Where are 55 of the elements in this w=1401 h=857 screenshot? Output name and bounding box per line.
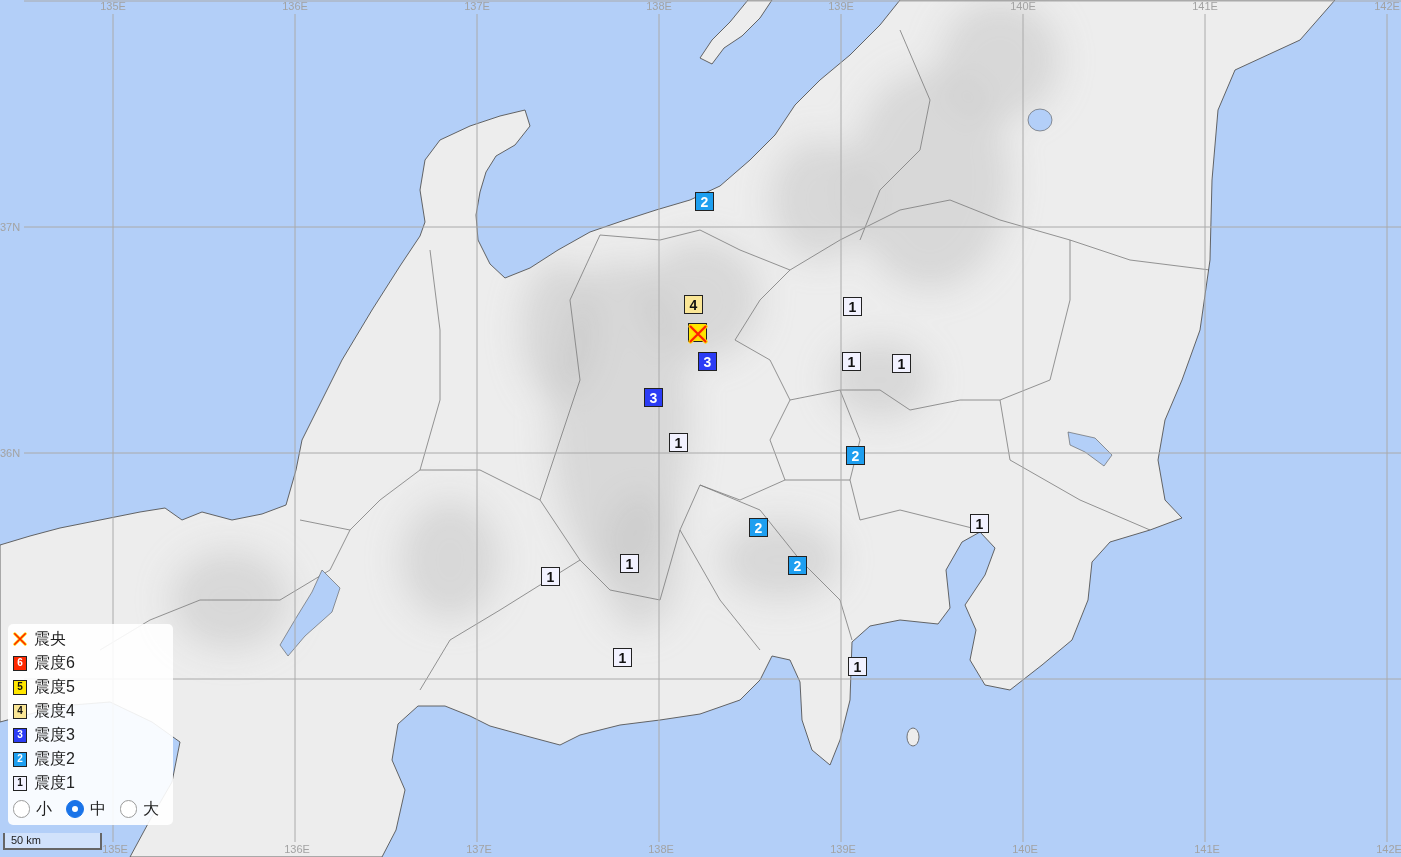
legend-label: 震度3 [34,725,75,745]
longitude-label: 139E [828,0,854,12]
longitude-label: 139E [830,843,856,855]
scale-bar: 50 km [3,833,102,850]
cross-icon [13,632,27,646]
longitude-label: 140E [1010,0,1036,12]
longitude-label: 138E [646,0,672,12]
longitude-label: 137E [464,0,490,12]
longitude-label: 136E [284,843,310,855]
intensity-marker: 1 [848,657,867,676]
legend-label: 震度2 [34,749,75,769]
longitude-label: 135E [102,843,128,855]
intensity-marker: 2 [788,556,807,575]
longitude-label: 141E [1194,843,1220,855]
latitude-label: 37N [0,221,21,233]
intensity-marker: 1 [613,648,632,667]
intensity-marker: 3 [698,352,717,371]
intensity-swatch: 6 [13,655,27,671]
intensity-marker: 4 [684,295,703,314]
radio-label[interactable]: 小 [36,799,53,819]
radio-button[interactable] [66,800,84,818]
intensity-swatch: 4 [13,703,27,719]
legend-label: 震度5 [34,677,75,697]
legend-label: 震度6 [34,653,75,673]
radio-label[interactable]: 中 [89,799,106,819]
intensity-marker: 1 [669,433,688,452]
legend-label: 震央 [34,629,66,649]
longitude-label: 136E [282,0,308,12]
intensity-marker: 2 [695,192,714,211]
intensity-swatch: 1 [13,775,27,791]
longitude-label: 142E [1374,0,1400,12]
longitude-label: 141E [1192,0,1218,12]
intensity-marker: 2 [749,518,768,537]
intensity-swatch: 5 [13,679,27,695]
intensity-marker: 1 [892,354,911,373]
intensity-marker: 1 [843,297,862,316]
legend-label: 震度4 [34,701,75,721]
intensity-marker: 1 [842,352,861,371]
longitude-label: 142E [1376,843,1401,855]
intensity-marker: 1 [970,514,989,533]
intensity-marker: 1 [541,567,560,586]
legend-label: 震度1 [34,773,75,793]
latitude-label: 36N [0,447,21,459]
longitude-label: 135E [100,0,126,12]
intensity-swatch: 3 [13,727,27,743]
intensity-marker: 3 [644,388,663,407]
radio-label[interactable]: 大 [143,799,159,819]
longitude-label: 137E [466,843,492,855]
radio-button[interactable] [13,800,31,818]
radio-button[interactable] [119,800,137,818]
intensity-marker: 1 [620,554,639,573]
longitude-label: 138E [648,843,674,855]
intensity-marker: 2 [846,446,865,465]
intensity-swatch: 2 [13,751,27,767]
longitude-label: 140E [1012,843,1038,855]
